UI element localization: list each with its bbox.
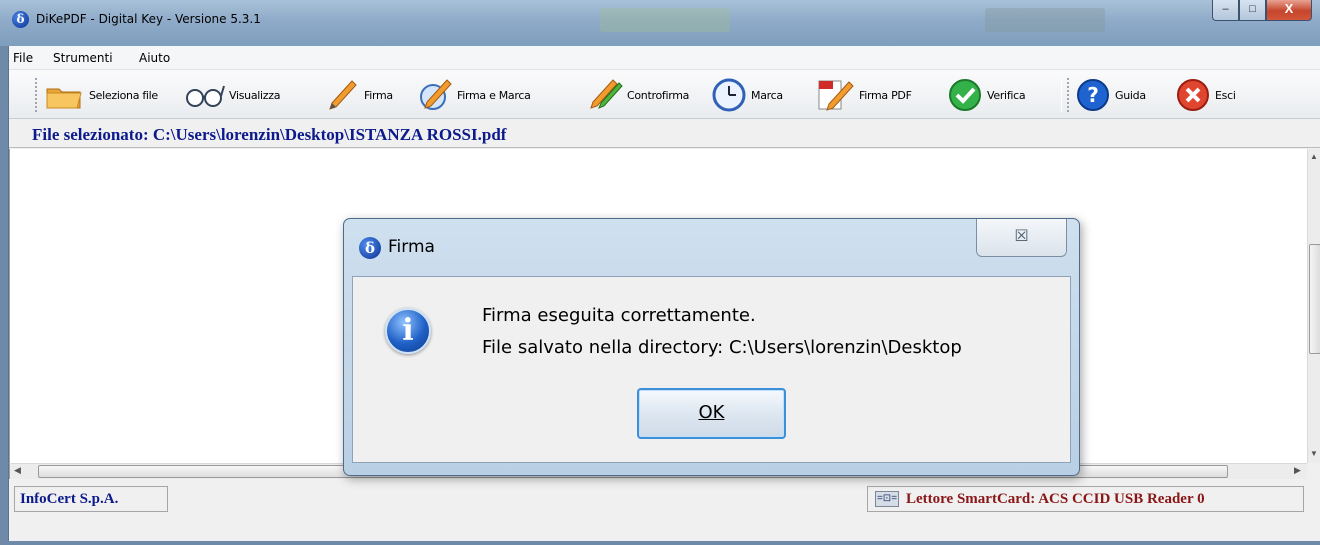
view-label: Visualizza xyxy=(229,88,281,102)
scroll-left-arrow-icon[interactable]: ◀ xyxy=(14,465,21,476)
clock-icon xyxy=(711,77,747,113)
select-file-label: Seleziona file xyxy=(89,88,158,102)
folder-icon xyxy=(45,79,85,111)
selected-file-path: File selezionato: C:\Users\lorenzin\Desk… xyxy=(32,125,507,144)
sign-pdf-button[interactable]: Firma PDF xyxy=(815,76,912,114)
exit-icon xyxy=(1175,77,1211,113)
checkmark-icon xyxy=(947,77,983,113)
maximize-button[interactable]: □ xyxy=(1239,0,1266,21)
toolbar: Seleziona file Visualizza Firma Firma e … xyxy=(9,70,1320,119)
background-window-ghost xyxy=(985,8,1105,32)
scroll-right-arrow-icon[interactable]: ▶ xyxy=(1294,465,1301,476)
svg-text:?: ? xyxy=(1087,83,1099,107)
dialog-message-line1: Firma eseguita correttamente. xyxy=(482,305,756,326)
glasses-icon xyxy=(185,80,225,110)
app-logo-icon: δ xyxy=(12,11,29,28)
firma-dialog: δ Firma ☒ i Firma eseguita correttamente… xyxy=(343,218,1080,476)
view-button[interactable]: Visualizza xyxy=(185,76,280,114)
close-window-button[interactable]: X xyxy=(1266,0,1312,21)
pen-icon xyxy=(324,77,360,113)
scroll-down-arrow-icon[interactable]: ▼ xyxy=(1310,449,1318,458)
exit-label: Esci xyxy=(1215,88,1236,102)
dialog-body: i Firma eseguita correttamente. File sal… xyxy=(352,276,1071,463)
status-reader-panel: =⊡= Lettore SmartCard: ACS CCID USB Read… xyxy=(867,486,1304,512)
menu-aiuto[interactable]: Aiuto xyxy=(139,51,170,65)
countersign-label: Controfirma xyxy=(627,88,690,102)
sign-pdf-label: Firma PDF xyxy=(859,88,912,102)
menu-strumenti[interactable]: Strumenti xyxy=(53,51,113,65)
ok-button-label: OK xyxy=(698,402,725,423)
dialog-title: Firma xyxy=(388,237,435,257)
window-title: DiKePDF - Digital Key - Versione 5.3.1 xyxy=(36,12,261,26)
toolbar-separator xyxy=(1061,78,1062,112)
select-file-button[interactable]: Seleziona file xyxy=(45,76,158,114)
exit-button[interactable]: Esci xyxy=(1175,76,1236,114)
company-name: InfoCert S.p.A. xyxy=(20,491,119,507)
verify-button[interactable]: Verifica xyxy=(947,76,1026,114)
timestamp-button[interactable]: Marca xyxy=(711,76,783,114)
smartcard-reader-status: Lettore SmartCard: ACS CCID USB Reader 0 xyxy=(906,491,1205,507)
usb-reader-icon: =⊡= xyxy=(875,491,899,507)
countersign-button[interactable]: Controfirma xyxy=(583,76,689,114)
help-button[interactable]: ? Guida xyxy=(1075,76,1146,114)
ok-button[interactable]: OK xyxy=(637,388,786,439)
help-icon: ? xyxy=(1075,77,1111,113)
green-pen-icon xyxy=(583,77,623,113)
pen-clock-icon xyxy=(417,77,453,113)
sign-label: Firma xyxy=(364,88,393,102)
background-window-ghost xyxy=(600,8,730,32)
menu-bar: File Strumenti Aiuto xyxy=(9,46,1320,70)
dialog-app-icon: δ xyxy=(359,237,381,259)
vertical-scrollbar[interactable]: ▲ ▼ xyxy=(1307,149,1320,463)
info-icon: i xyxy=(385,308,431,354)
window-controls: – □ X xyxy=(1212,0,1312,22)
timestamp-label: Marca xyxy=(751,88,783,102)
vertical-scroll-thumb[interactable] xyxy=(1309,244,1320,354)
toolbar-grip[interactable] xyxy=(1067,78,1070,112)
dialog-close-button[interactable]: ☒ xyxy=(976,219,1067,257)
menu-file[interactable]: File xyxy=(13,51,33,65)
scroll-up-arrow-icon[interactable]: ▲ xyxy=(1310,152,1318,161)
toolbar-grip[interactable] xyxy=(35,78,38,112)
dialog-message-line2: File salvato nella directory: C:\Users\l… xyxy=(482,337,962,358)
sign-and-timestamp-label: Firma e Marca xyxy=(457,88,531,102)
verify-label: Verifica xyxy=(987,88,1026,102)
status-bar: InfoCert S.p.A. =⊡= Lettore SmartCard: A… xyxy=(9,480,1320,541)
pdf-pen-icon xyxy=(815,77,855,113)
help-label: Guida xyxy=(1115,88,1146,102)
sign-button[interactable]: Firma xyxy=(324,76,393,114)
title-bar: δ DiKePDF - Digital Key - Versione 5.3.1… xyxy=(0,0,1320,46)
sign-and-timestamp-button[interactable]: Firma e Marca xyxy=(417,76,531,114)
status-company-panel: InfoCert S.p.A. xyxy=(14,486,168,512)
minimize-button[interactable]: – xyxy=(1212,0,1239,21)
selected-file-bar: File selezionato: C:\Users\lorenzin\Desk… xyxy=(9,120,1320,148)
